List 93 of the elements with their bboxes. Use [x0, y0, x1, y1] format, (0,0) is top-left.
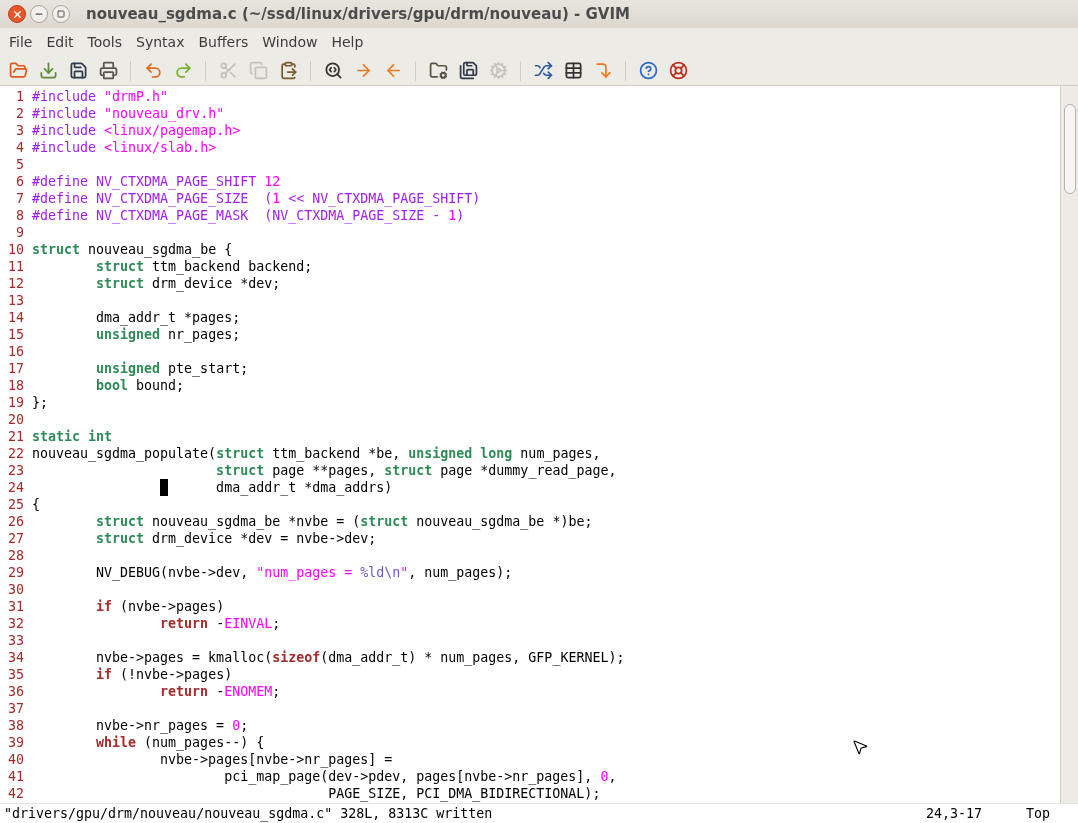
line-number: 42 — [7, 785, 25, 802]
code-line: unsigned pte_start; — [95, 360, 249, 377]
line-number: 34 — [7, 649, 25, 666]
code-line: nvbe->pages[nvbe->nr_pages] = — [159, 751, 393, 768]
maximize-icon — [57, 10, 65, 18]
line-number: 9 — [15, 224, 25, 241]
line-number: 7 — [15, 190, 25, 207]
line-number: 21 — [7, 428, 25, 445]
code-line: }; — [32, 394, 48, 411]
scrollbar-thumb[interactable] — [1063, 104, 1076, 194]
line-number: 15 — [7, 326, 25, 343]
line-number: 41 — [7, 768, 25, 785]
line-number: 36 — [7, 683, 25, 700]
code-line: while (num_pages--) { — [95, 734, 265, 751]
line-number: 18 — [7, 377, 25, 394]
code-line: return -ENOMEM; — [159, 683, 281, 700]
line-number: 12 — [7, 275, 25, 292]
minimize-button[interactable] — [30, 5, 48, 23]
line-number: 19 — [7, 394, 25, 411]
code-line: struct drm_device *dev; — [95, 275, 281, 292]
line-number: 32 — [7, 615, 25, 632]
code-line: dma_addr_t *pages; — [95, 309, 241, 326]
code-line: nvbe->nr_pages = 0; — [95, 717, 249, 734]
line-number: 11 — [7, 258, 25, 275]
code-line: { — [32, 496, 40, 513]
code-line: nouveau_sgdma_populate(struct ttm_backend *be, unsigned long num_pages, — [32, 445, 601, 462]
line-number: 16 — [7, 343, 25, 360]
line-number: 23 — [7, 462, 25, 479]
code-line: struct ttm_backend backend; — [95, 258, 313, 275]
code-line: #include <linux/pagemap.h> — [32, 122, 241, 139]
line-number: 27 — [7, 530, 25, 547]
code-line: struct nouveau_sgdma_be *nvbe = (struct nouveau_sgdma_be *)be; — [95, 513, 593, 530]
line-number: 17 — [7, 360, 25, 377]
menu-item[interactable]: Buffers — [191, 31, 256, 53]
line-number: 40 — [7, 751, 25, 768]
line-number: 6 — [15, 173, 25, 190]
menu-item[interactable]: Help — [324, 31, 371, 53]
status-message: "drivers/gpu/drm/nouveau/nouveau_sgdma.c" 328L, 8313C written — [3, 804, 493, 823]
line-number: 29 — [7, 564, 25, 581]
code-line: return -EINVAL; — [159, 615, 281, 632]
menu-item[interactable]: Window — [255, 31, 325, 53]
code-line: if (nvbe->pages) — [95, 598, 225, 615]
code-line: nvbe->pages = kmalloc(sizeof(dma_addr_t) * num_pages, GFP_KERNEL); — [95, 649, 625, 666]
line-number: 35 — [7, 666, 25, 683]
line-number: 14 — [7, 309, 25, 326]
scrollbar[interactable] — [1060, 86, 1078, 803]
line-number: 8 — [15, 207, 25, 224]
menu-item[interactable]: Syntax — [129, 31, 192, 53]
close-icon — [11, 8, 23, 20]
line-number: 24 — [7, 479, 25, 496]
line-number: 10 — [7, 241, 25, 258]
window-title: nouveau_sgdma.c (~/ssd/linux/drivers/gpu/drm/nouveau) - GVIM — [86, 3, 630, 25]
line-number: 26 — [7, 513, 25, 530]
line-number: 4 — [15, 139, 25, 156]
code-line: PAGE_SIZE, PCI_DMA_BIDIRECTIONAL); — [327, 785, 601, 802]
code-line: #define NV_CTXDMA_PAGE_MASK (NV_CTXDMA_PAGE_SIZE - 1) — [32, 207, 465, 224]
line-number: 2 — [15, 105, 25, 122]
code-line: if (!nvbe->pages) — [95, 666, 233, 683]
line-number: 5 — [15, 156, 25, 173]
code-line: struct page **pages, struct page *dummy_read_page, — [215, 462, 617, 479]
line-number: 38 — [7, 717, 25, 734]
line-number: 39 — [7, 734, 25, 751]
line-number: 3 — [15, 122, 25, 139]
line-number: 13 — [7, 292, 25, 309]
line-number: 22 — [7, 445, 25, 462]
line-number: 28 — [7, 547, 25, 564]
code-line: pci_map_page(dev->pdev, pages[nvbe->nr_pages], 0, — [223, 768, 617, 785]
scroll-position: Top — [1026, 804, 1052, 823]
line-number: 30 — [7, 581, 25, 598]
menu-item[interactable]: Edit — [39, 31, 81, 53]
maximize-button[interactable] — [52, 5, 70, 23]
menu-item[interactable]: File — [2, 31, 40, 53]
code-line: #include "nouveau_drv.h" — [32, 105, 225, 122]
line-number: 20 — [7, 411, 25, 428]
line-number: 31 — [7, 598, 25, 615]
code-line: #define NV_CTXDMA_PAGE_SIZE (1 << NV_CTXDMA_PAGE_SHIFT) — [32, 190, 481, 207]
close-button[interactable] — [8, 5, 26, 23]
code-line: unsigned nr_pages; — [95, 326, 241, 343]
code-line: #include "drmP.h" — [32, 88, 169, 105]
line-number: 1 — [15, 88, 25, 105]
code-line: struct drm_device *dev = nvbe->dev; — [95, 530, 377, 547]
cursor-position: 24,3-17 — [926, 804, 984, 823]
menu-item[interactable]: Tools — [80, 31, 130, 53]
code-line: static int — [32, 428, 113, 445]
line-number: 25 — [7, 496, 25, 513]
code-line: dma_addr_t *dma_addrs) — [32, 479, 393, 496]
code-line: #define NV_CTXDMA_PAGE_SHIFT 12 — [32, 173, 281, 190]
code-line: struct nouveau_sgdma_be { — [32, 241, 233, 258]
code-line: NV_DEBUG(nvbe->dev, "num_pages = %ld\n", num_pages); — [95, 564, 513, 581]
line-number: 33 — [7, 632, 25, 649]
code-line: bool bound; — [95, 377, 185, 394]
code-line: #include <linux/slab.h> — [32, 139, 217, 156]
line-number: 37 — [7, 700, 25, 717]
